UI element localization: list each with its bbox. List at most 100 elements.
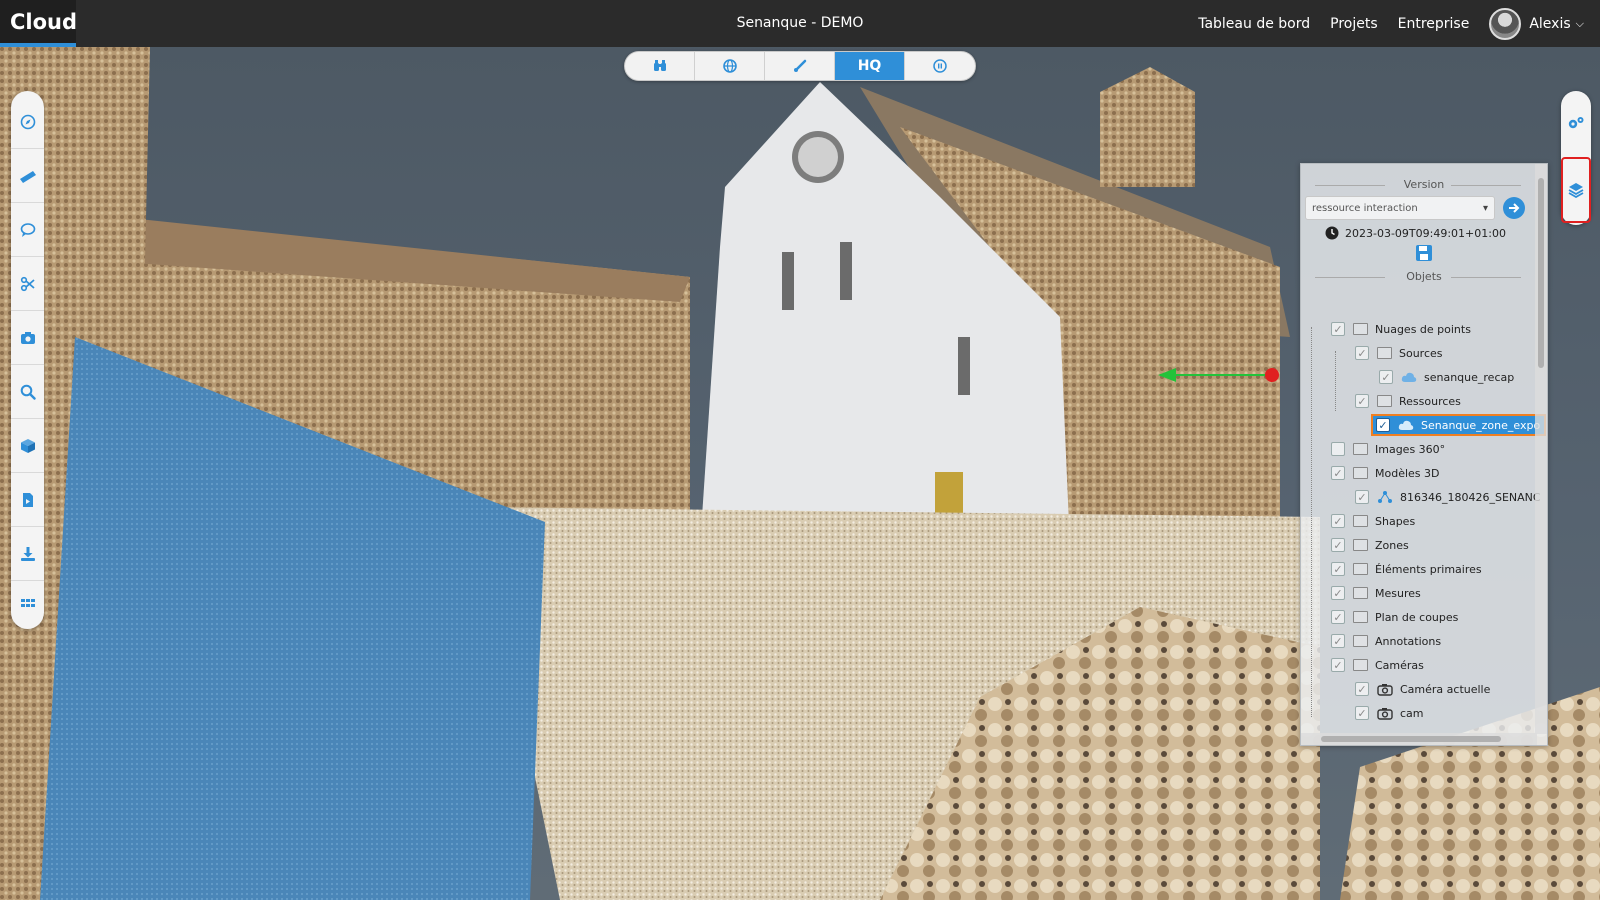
camera-icon	[20, 331, 35, 344]
checkbox[interactable]: ✓	[1331, 562, 1345, 576]
folder-icon	[1377, 347, 1392, 359]
nav-dashboard-link[interactable]: Tableau de bord	[1198, 16, 1310, 32]
left-toolbar	[11, 91, 44, 629]
tree-item-3d-models[interactable]: ✓ Modèles 3D	[1301, 461, 1537, 485]
checkbox[interactable]: ✓	[1355, 346, 1369, 360]
tree-item-images-360[interactable]: Images 360°	[1301, 437, 1537, 461]
folder-icon	[1353, 587, 1368, 599]
screenshot-tool-button[interactable]	[11, 311, 44, 365]
tree-item-sources[interactable]: ✓ Sources	[1301, 341, 1537, 365]
top-bar: Cloud Senanque - DEMO Tableau de bord Pr…	[0, 0, 1600, 47]
cloud-icon	[1398, 420, 1414, 430]
tree-item-senanque-recap[interactable]: ✓ senanque_recap	[1301, 365, 1537, 389]
tree-item-label: Shapes	[1375, 514, 1416, 528]
horizontal-scrollbar[interactable]	[1301, 733, 1537, 745]
version-select[interactable]: ressource interaction ▾	[1305, 196, 1495, 220]
checkbox[interactable]: ✓	[1331, 586, 1345, 600]
camera-icon	[1377, 683, 1393, 696]
folder-icon	[1353, 563, 1368, 575]
cube-icon	[20, 438, 35, 453]
version-select-value: ressource interaction	[1312, 202, 1418, 214]
camera-icon	[1377, 707, 1393, 720]
layers-button[interactable]	[1561, 157, 1591, 223]
object-tree: ✓ Nuages de points ✓ Sources ✓ senanque_…	[1301, 317, 1547, 725]
checkbox[interactable]: ✓	[1376, 418, 1390, 432]
folder-icon	[1353, 323, 1368, 335]
annotation-tool-button[interactable]	[11, 203, 44, 257]
tree-item-zones[interactable]: ✓ Zones	[1301, 533, 1537, 557]
right-toolbar	[1561, 91, 1591, 225]
checkbox[interactable]: ✓	[1331, 610, 1345, 624]
navigation-tool-button[interactable]	[11, 95, 44, 149]
main-nav: Tableau de bord Projets Entreprise Alexi…	[1198, 0, 1600, 47]
user-menu[interactable]: Alexis ⌵	[1489, 7, 1584, 40]
checkbox[interactable]: ✓	[1355, 394, 1369, 408]
checkbox[interactable]: ✓	[1331, 466, 1345, 480]
app-logo[interactable]: Cloud	[0, 0, 77, 47]
tree-item-label: Éléments primaires	[1375, 562, 1482, 576]
search-icon	[20, 384, 36, 400]
tree-item-current-camera[interactable]: ✓ Caméra actuelle	[1301, 677, 1537, 701]
checkbox[interactable]: ✓	[1355, 490, 1369, 504]
download-tool-button[interactable]	[11, 527, 44, 581]
folder-icon	[1353, 635, 1368, 647]
save-icon[interactable]	[1415, 244, 1433, 262]
version-timestamp: 2023-03-09T09:49:01+01:00	[1345, 226, 1506, 240]
checkbox[interactable]: ✓	[1379, 370, 1393, 384]
checkbox[interactable]: ✓	[1331, 658, 1345, 672]
checkbox[interactable]: ✓	[1331, 538, 1345, 552]
ruler-icon	[19, 170, 36, 183]
pause-button[interactable]	[905, 52, 975, 80]
scroll-thumb[interactable]	[1538, 178, 1544, 368]
brush-button[interactable]	[765, 52, 835, 80]
clipping-tool-button[interactable]	[11, 257, 44, 311]
tree-item-label: Zones	[1375, 538, 1409, 552]
export-tool-button[interactable]	[11, 473, 44, 527]
scissors-icon	[20, 276, 35, 291]
vertical-scrollbar[interactable]	[1535, 164, 1547, 734]
more-tools-button[interactable]	[11, 581, 44, 625]
tree-item-shapes[interactable]: ✓ Shapes	[1301, 509, 1537, 533]
user-name: Alexis	[1529, 15, 1571, 32]
checkbox[interactable]: ✓	[1355, 682, 1369, 696]
chevron-down-icon: ⌵	[1575, 16, 1584, 30]
tree-item-label: Plan de coupes	[1375, 610, 1459, 624]
tree-item-resources[interactable]: ✓ Ressources	[1301, 389, 1537, 413]
network-icon	[1378, 491, 1392, 503]
scroll-thumb[interactable]	[1321, 736, 1501, 742]
search-tool-button[interactable]	[11, 365, 44, 419]
tree-item-section-planes[interactable]: ✓ Plan de coupes	[1301, 605, 1537, 629]
tree-item-cam[interactable]: ✓ cam	[1301, 701, 1537, 725]
tree-item-primary-elements[interactable]: ✓ Éléments primaires	[1301, 557, 1537, 581]
binoculars-button[interactable]	[625, 52, 695, 80]
checkbox[interactable]: ✓	[1331, 634, 1345, 648]
tree-item-label: Mesures	[1375, 586, 1421, 600]
nav-projects-link[interactable]: Projets	[1330, 16, 1378, 32]
tree-item-point-clouds[interactable]: ✓ Nuages de points	[1301, 317, 1537, 341]
folder-icon	[1353, 515, 1368, 527]
measure-tool-button[interactable]	[11, 149, 44, 203]
globe-icon	[722, 59, 737, 73]
tree-item-cameras[interactable]: ✓ Caméras	[1301, 653, 1537, 677]
nav-company-link[interactable]: Entreprise	[1398, 16, 1470, 32]
tree-item-senanque-zone-expo[interactable]: ✓ Senanque_zone_expo	[1301, 413, 1547, 437]
tree-item-label: cam	[1400, 706, 1424, 720]
volume-tool-button[interactable]	[11, 419, 44, 473]
compass-icon	[20, 114, 35, 129]
checkbox[interactable]: ✓	[1331, 514, 1345, 528]
avatar	[1489, 7, 1522, 40]
tree-item-measures[interactable]: ✓ Mesures	[1301, 581, 1537, 605]
checkbox[interactable]: ✓	[1355, 706, 1369, 720]
comment-icon	[20, 222, 35, 237]
hq-button[interactable]: HQ	[835, 52, 905, 80]
checkbox[interactable]	[1331, 442, 1345, 456]
settings-button[interactable]	[1561, 91, 1591, 155]
checkbox[interactable]: ✓	[1331, 322, 1345, 336]
tree-item-annotations[interactable]: ✓ Annotations	[1301, 629, 1537, 653]
globe-button[interactable]	[695, 52, 765, 80]
folder-icon	[1353, 539, 1368, 551]
tree-item-label: 816346_180426_SENANC	[1400, 490, 1541, 504]
tree-item-model[interactable]: ✓ 816346_180426_SENANC	[1301, 485, 1541, 509]
load-version-button[interactable]	[1503, 197, 1525, 219]
folder-icon	[1353, 611, 1368, 623]
